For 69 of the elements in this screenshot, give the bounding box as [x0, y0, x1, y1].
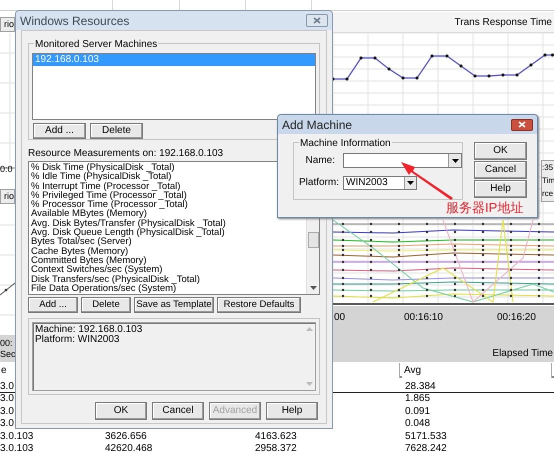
dialog-button[interactable]: Delete	[81, 297, 131, 313]
field-label: Platform:	[298, 176, 340, 190]
table-cell: 3.0	[0, 381, 14, 393]
list-item[interactable]: File Data Operations/sec (System)	[29, 284, 306, 294]
dialog-button[interactable]: Cancel	[152, 402, 204, 420]
dialog-button[interactable]: Help	[266, 402, 318, 420]
up-arrow-icon	[306, 327, 312, 331]
table-cell: 3.0.103	[0, 443, 34, 454]
down-arrow-icon	[306, 382, 312, 386]
dropdown-arrow-icon	[452, 158, 458, 162]
dialog-button[interactable]: OK	[474, 142, 527, 160]
scroll-thumb[interactable]	[308, 232, 318, 248]
legend-text: :35	[542, 162, 554, 174]
table-cell: 7628.242	[405, 443, 447, 454]
table-cell: 3.0	[0, 418, 14, 430]
axis-label: 0:0	[0, 163, 13, 176]
list-item[interactable]: Committed Bytes (Memory)	[29, 256, 306, 266]
table-cell: 1.865	[405, 393, 430, 406]
table-cell: 4163.623	[255, 430, 297, 443]
table-cell: 3.0	[0, 406, 14, 418]
window-title: Add Machine	[282, 116, 352, 134]
table-cell: 2958.372	[255, 443, 297, 454]
dialog-button[interactable]: Restore Defaults	[217, 297, 301, 313]
table-cell: 3.0	[0, 393, 14, 406]
table-cell: 0.091	[405, 406, 430, 418]
table-cell: 0.048	[405, 418, 430, 430]
close-icon	[313, 17, 321, 24]
axis-band	[0, 335, 15, 362]
down-arrow-icon	[310, 286, 316, 290]
axis-label: Sec	[0, 348, 16, 361]
legend-text: rce	[542, 188, 554, 200]
table-cell: 3626.656	[105, 430, 147, 443]
axis-label: 00:16:10	[404, 311, 443, 325]
list-item[interactable]: Context Switches/sec (System)	[29, 265, 306, 275]
table-cell: 42620.468	[105, 443, 152, 454]
info-text: Machine: 192.168.0.103	[35, 325, 144, 335]
axis-title: Elapsed Time	[492, 347, 553, 361]
axis-label: 00:16:20	[497, 311, 536, 325]
info-text: Platform: WIN2003	[35, 335, 120, 345]
annotation-text: 服务器IP地址	[446, 200, 524, 215]
table-cell: 3.0.103	[0, 430, 34, 443]
close-icon	[518, 121, 526, 128]
dialog-button[interactable]: Cancel	[474, 161, 527, 179]
list-item[interactable]: Bytes Total/sec (Server)	[29, 237, 306, 247]
axis-label: 00	[334, 311, 346, 325]
window-title: Windows Resources	[20, 12, 130, 30]
table-cell: 28.384	[405, 381, 436, 393]
list-item[interactable]: Disk Transfers/sec (PhysicalDisk _Total)	[29, 274, 306, 284]
close-button[interactable]	[511, 118, 533, 130]
column-header: Avg	[402, 363, 552, 378]
field-label: Name:	[304, 154, 336, 168]
list-item[interactable]: Avg. Disk Bytes/Transfer (PhysicalDisk _Total)	[29, 218, 306, 228]
axis-label: 00:	[0, 337, 13, 350]
table-cell: 5171.533	[405, 430, 447, 443]
dialog-button[interactable]: OK	[95, 402, 147, 420]
chart-title: Trans Response Time	[454, 16, 552, 30]
dialog-button[interactable]: Add ...	[33, 123, 86, 139]
dialog-button[interactable]: Save as Template	[134, 297, 214, 313]
list-item[interactable]: Cache Bytes (Memory)	[29, 246, 306, 256]
dialog-button[interactable]: Add ...	[28, 297, 78, 313]
dialog-button[interactable]: Delete	[90, 123, 143, 139]
platform-dropdown[interactable]: WIN2003	[343, 176, 417, 190]
close-button[interactable]	[306, 14, 328, 27]
arrow-icon	[399, 160, 455, 200]
section-label: Resource Measurements on: 192.168.0.103	[28, 147, 224, 159]
list-item[interactable]: Avg. Disk Queue Length (PhysicalDisk _Total)	[29, 228, 306, 238]
dropdown-arrow-icon	[407, 180, 414, 184]
name-field[interactable]	[343, 153, 462, 168]
dialog-button[interactable]: Help	[474, 180, 527, 198]
